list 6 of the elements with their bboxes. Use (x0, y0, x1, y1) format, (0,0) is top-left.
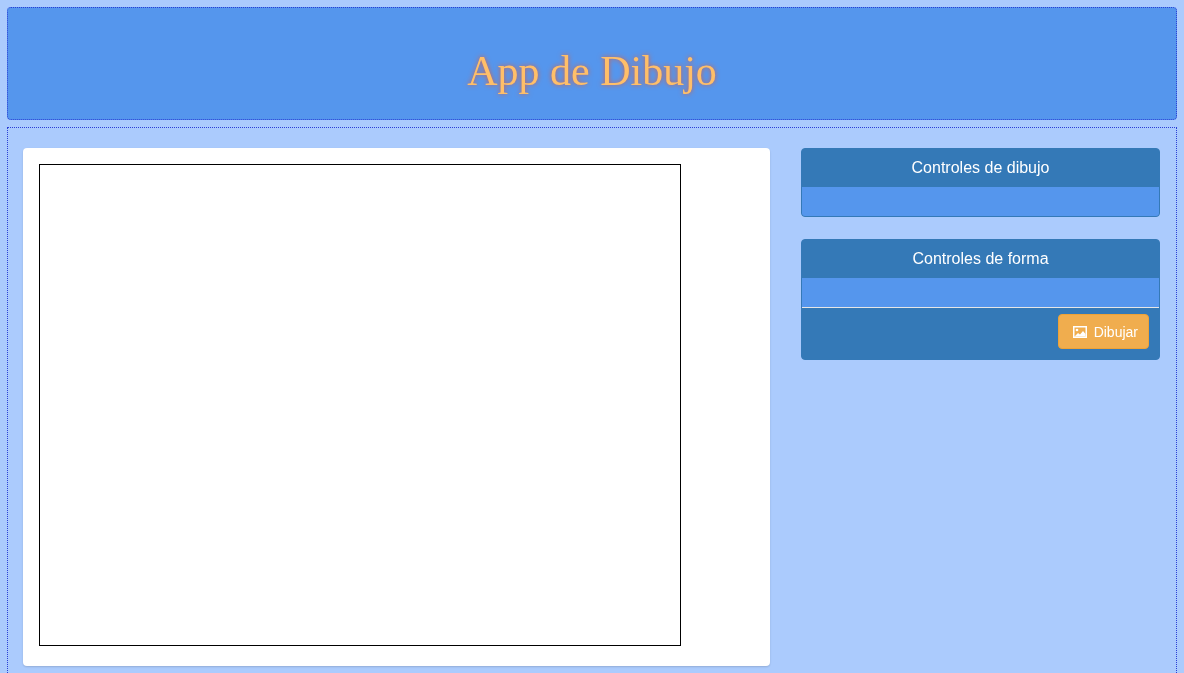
image-icon (1072, 325, 1087, 338)
drawing-canvas[interactable] (39, 164, 681, 646)
panel-title: Controles de dibujo (910, 158, 1051, 178)
app-title: App de Dibujo (467, 49, 717, 92)
panel-title: Controles de forma (911, 249, 1050, 269)
draw-button[interactable]: Dibujar (1057, 314, 1149, 349)
